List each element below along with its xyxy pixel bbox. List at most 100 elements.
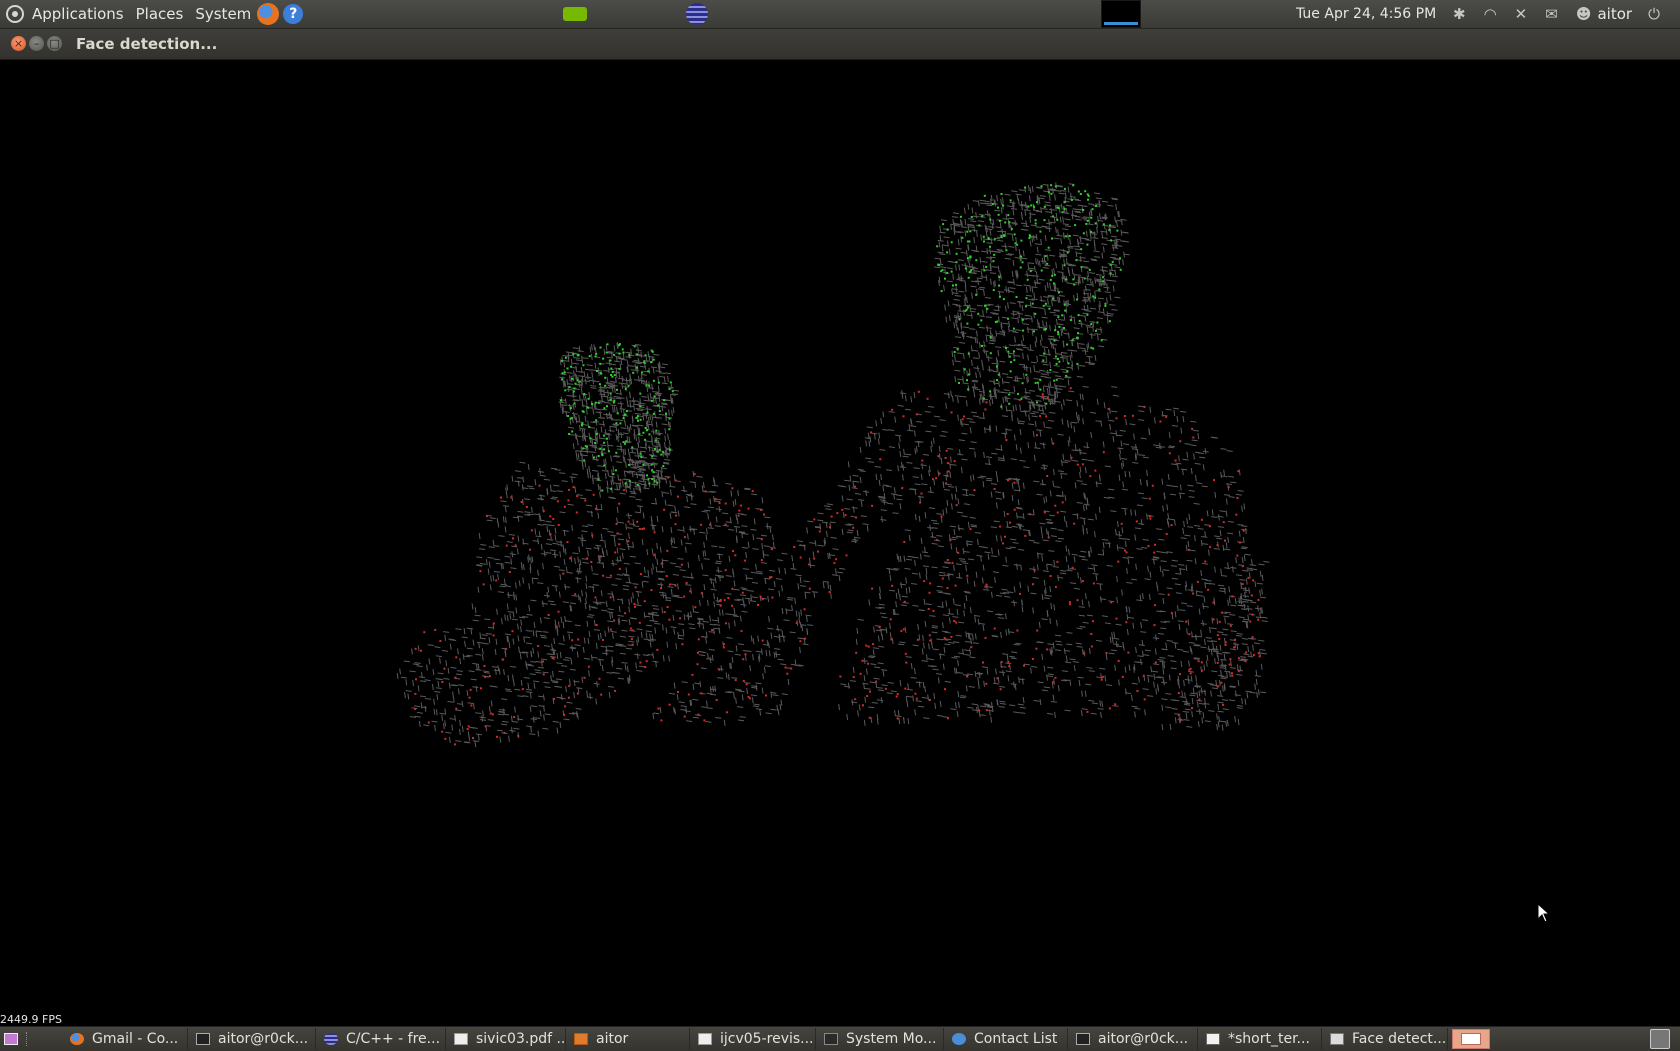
minimize-button[interactable]: – <box>29 36 44 51</box>
mesh-segment <box>981 396 984 403</box>
face-point <box>609 392 612 395</box>
firefox-icon[interactable] <box>257 3 280 25</box>
mesh-segment <box>637 636 640 643</box>
mesh-segment <box>805 614 812 617</box>
mesh-segment <box>675 642 678 650</box>
system-monitor-graph[interactable] <box>1101 0 1141 28</box>
mesh-segment <box>1213 650 1220 653</box>
power-icon[interactable]: ⏻ <box>1648 5 1660 23</box>
mesh-segment <box>621 358 628 361</box>
ubuntu-logo-icon[interactable] <box>6 5 24 23</box>
menu-places[interactable]: Places <box>136 5 184 23</box>
mesh-segment <box>1008 477 1015 480</box>
mesh-segment <box>586 408 588 415</box>
mesh-segment <box>1022 366 1029 369</box>
mesh-segment <box>991 222 994 230</box>
volume-muted-icon[interactable]: ✕ <box>1515 5 1528 23</box>
mesh-segment <box>1168 518 1175 521</box>
window-title-bar[interactable]: × – □ Face detection... <box>0 29 1680 60</box>
mesh-segment <box>526 485 534 488</box>
mesh-segment <box>897 710 900 717</box>
nvidia-icon[interactable] <box>563 7 587 21</box>
mesh-segment <box>1089 321 1096 323</box>
mesh-segment <box>559 573 562 580</box>
face-point <box>601 454 604 456</box>
maximize-button[interactable]: □ <box>47 36 62 51</box>
mesh-segment <box>550 603 557 606</box>
mesh-segment <box>1210 690 1212 697</box>
mesh-segment <box>742 546 749 549</box>
mesh-segment <box>979 705 987 708</box>
mail-icon[interactable]: ✉ <box>1545 5 1558 23</box>
close-button[interactable]: × <box>11 36 26 51</box>
mesh-segment <box>653 712 660 715</box>
mesh-segment <box>692 698 699 701</box>
mesh-segment <box>1209 626 1211 633</box>
mesh-segment <box>943 236 950 239</box>
mesh-segment <box>1029 187 1032 194</box>
mesh-segment <box>963 602 966 609</box>
mesh-segment <box>1006 205 1014 208</box>
mesh-segment <box>718 575 725 577</box>
mesh-segment <box>593 619 596 626</box>
mesh-segment <box>1138 419 1145 421</box>
mesh-segment <box>877 438 880 445</box>
user-name[interactable]: aitor <box>1597 5 1632 23</box>
mesh-segment <box>1077 676 1084 679</box>
menu-applications[interactable]: Applications <box>32 5 124 23</box>
mesh-segment <box>531 506 533 513</box>
mesh-segment <box>734 498 737 506</box>
mesh-segment <box>618 606 621 613</box>
mesh-segment <box>951 536 958 539</box>
point-cloud-viewer[interactable]: 2449.9 FPS <box>0 60 1680 1026</box>
mesh-segment <box>851 487 858 489</box>
mesh-segment <box>1179 484 1182 491</box>
face-point <box>656 450 659 453</box>
mesh-segment <box>1100 327 1102 334</box>
mesh-segment <box>858 499 865 501</box>
mesh-segment <box>1020 564 1022 571</box>
mesh-segment <box>882 485 885 492</box>
eclipse-icon[interactable] <box>686 3 708 25</box>
mesh-segment <box>787 678 790 686</box>
bluetooth-icon[interactable]: ✱ <box>1453 5 1466 23</box>
wifi-icon[interactable]: ◠ <box>1484 5 1497 23</box>
mesh-segment <box>725 613 732 615</box>
mesh-segment <box>525 642 533 645</box>
mesh-segment <box>1140 622 1142 629</box>
mesh-segment <box>567 404 574 407</box>
mesh-segment <box>904 395 907 402</box>
mesh-segment <box>1197 721 1200 728</box>
mesh-segment <box>749 600 757 602</box>
mesh-segment <box>921 551 928 554</box>
mesh-segment <box>1197 594 1204 597</box>
mesh-segment <box>543 550 546 557</box>
mesh-segment <box>1031 316 1033 323</box>
mesh-segment <box>725 672 728 679</box>
mesh-segment <box>1086 327 1089 334</box>
mesh-segment <box>1032 577 1039 579</box>
mesh-segment <box>577 350 584 352</box>
mesh-segment <box>847 682 850 689</box>
mesh-segment <box>1118 679 1120 686</box>
mesh-segment <box>1251 559 1253 566</box>
mesh-segment <box>607 626 610 633</box>
mesh-segment <box>1009 201 1016 204</box>
mesh-segment <box>625 461 627 468</box>
mesh-segment <box>636 505 643 508</box>
mesh-segment <box>857 710 859 717</box>
face-point <box>647 370 650 373</box>
clock[interactable]: Tue Apr 24, 4:56 PM <box>1296 6 1436 22</box>
mesh-segment <box>817 544 824 547</box>
mesh-segment <box>1247 655 1254 658</box>
mesh-segment <box>614 355 622 358</box>
mesh-segment <box>1048 550 1055 552</box>
mesh-segment <box>1248 587 1251 594</box>
chat-status-icon[interactable]: ☻ <box>1576 5 1592 23</box>
help-icon[interactable]: ? <box>283 4 304 24</box>
mesh-segment <box>628 365 635 367</box>
mesh-segment <box>714 577 717 584</box>
menu-system[interactable]: System <box>195 5 251 23</box>
mesh-segment <box>1166 551 1173 554</box>
mesh-segment <box>1261 588 1263 595</box>
